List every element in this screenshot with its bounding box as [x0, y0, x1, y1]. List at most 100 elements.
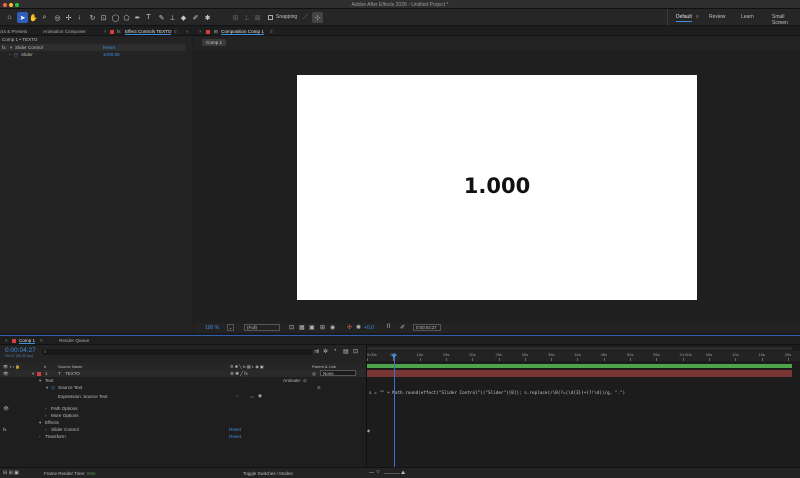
pan-behind-icon[interactable]: ⊡	[98, 12, 109, 23]
home-icon[interactable]: ⌂	[4, 12, 15, 23]
shape-tool-icon[interactable]: ⬠	[121, 12, 132, 23]
show-snapshot-icon[interactable]: ✐	[400, 324, 405, 331]
toggle-switches-modes[interactable]: Toggle Switches / Modes	[243, 471, 293, 476]
property-row-slider-control[interactable]: fx › Slider Control Reset	[0, 426, 366, 433]
hand-tool-icon[interactable]: ✋	[28, 12, 39, 23]
pan-camera-icon[interactable]: ✢	[63, 12, 74, 23]
snap-options-icon[interactable]: ⟋	[300, 12, 311, 23]
slider-value[interactable]: 1000,00	[103, 52, 120, 57]
chevron-right-icon[interactable]: ›	[9, 52, 11, 57]
keyframe-marker-icon[interactable]: ◆	[367, 428, 370, 433]
fx-toggle-icon[interactable]: fx	[2, 45, 6, 50]
local-axis-icon[interactable]: ⊞	[230, 12, 241, 23]
layer-name[interactable]: TEXTO	[65, 371, 80, 376]
reset-link[interactable]: Reset	[229, 434, 241, 439]
orbit-camera-icon[interactable]: ◎	[52, 12, 63, 23]
rotate-tool-icon[interactable]: ↻	[87, 12, 98, 23]
property-row-text[interactable]: ▾ Text Animate: ⊙	[0, 377, 366, 384]
mask-visibility-icon[interactable]: ▣	[309, 324, 315, 331]
guides-icon[interactable]: ⊞	[320, 324, 325, 331]
world-axis-icon[interactable]: ⊥	[241, 12, 252, 23]
graph-editor-icon[interactable]: ⊡	[353, 348, 358, 355]
shy-layers-icon[interactable]: ◔	[333, 348, 337, 354]
time-ruler[interactable]: 0:00s 05s 10s 15s 20s 25s 30s 35s 40s 45s 50s 55s 01…	[367, 351, 800, 361]
layer-duration-bar[interactable]	[367, 370, 792, 377]
current-time-field[interactable]: 0:00:04:27	[413, 324, 441, 331]
zoom-tool-icon[interactable]: ⌕	[39, 12, 50, 23]
tab-render-queue[interactable]: Render Queue	[59, 338, 89, 343]
clone-stamp-icon[interactable]: ⊥	[167, 12, 178, 23]
zoom-slider-icon[interactable]: ○	[376, 469, 380, 475]
effect-reset-link[interactable]: Reset	[103, 45, 115, 50]
chevron-right-icon[interactable]: ›	[45, 406, 47, 411]
chevron-right-icon[interactable]: ›	[45, 413, 47, 418]
property-row-transform[interactable]: › Transform Reset	[0, 433, 366, 440]
property-row-path-options[interactable]: 👁 › Path Options	[0, 405, 366, 412]
panel-menu-icon[interactable]: ≡	[40, 338, 43, 343]
workspace-small-screen[interactable]: Small Screen	[772, 14, 800, 26]
chevron-down-icon[interactable]: ▾	[46, 385, 48, 391]
type-tool-icon[interactable]: T	[143, 12, 154, 23]
zoom-dropdown-icon[interactable]: ⌄	[227, 324, 234, 331]
parent-dropdown[interactable]: None	[320, 370, 356, 376]
selection-tool-icon[interactable]: ➤	[17, 12, 28, 23]
property-row-effects[interactable]: ▾ Effects	[0, 419, 366, 426]
footer-toggle-icons[interactable]: ⊟ ⊞ ▣	[3, 470, 19, 476]
expression-editor[interactable]: s = "" + Math.round(effect("Slider Contr…	[369, 391, 625, 396]
current-timecode[interactable]: 0:00:04:27	[5, 347, 36, 354]
close-tab-icon[interactable]: ×	[104, 29, 107, 34]
zoom-in-icon[interactable]: ⛰	[401, 470, 405, 476]
label-color-swatch[interactable]	[37, 371, 41, 376]
stopwatch-icon[interactable]: ◷	[14, 52, 18, 58]
region-of-interest-icon[interactable]: ⊡	[289, 324, 294, 331]
snapshot-icon[interactable]: ⌷	[387, 324, 391, 331]
tab-animation-composer[interactable]: Animation Composer	[43, 29, 86, 34]
exposure-value[interactable]: +0,0	[364, 325, 374, 331]
layer-search-input[interactable]: ⌕	[42, 349, 312, 355]
channel-icon[interactable]: ◉	[330, 324, 335, 331]
expression-graph-icon[interactable]: ◡	[250, 393, 254, 399]
workspace-review[interactable]: Review	[709, 14, 725, 20]
magnification-value[interactable]: 100 %	[205, 325, 219, 331]
work-area-green-bar[interactable]	[367, 364, 792, 368]
exposure-icon[interactable]: ✺	[356, 324, 361, 331]
stopwatch-icon[interactable]: ◷	[51, 385, 55, 391]
panel-menu-icon[interactable]: ≡	[174, 29, 177, 34]
workspace-learn[interactable]: Learn	[741, 14, 754, 20]
view-axis-icon[interactable]: ⊠	[252, 12, 263, 23]
mask-tool-icon[interactable]: ◯	[110, 12, 121, 23]
snap-grid-icon[interactable]: ⊹	[312, 12, 323, 23]
panel-menu-icon[interactable]: ≡	[270, 29, 273, 34]
work-area-bar[interactable]	[367, 347, 792, 350]
dolly-camera-icon[interactable]: ↓	[74, 12, 85, 23]
tab-effects-presets[interactable]: cts & Presets	[0, 29, 27, 34]
frame-blending-icon[interactable]: ▤	[343, 348, 349, 355]
zoom-out-icon[interactable]: ―	[369, 470, 374, 476]
puppet-pin-icon[interactable]: ✱	[202, 12, 213, 23]
fx-toggle-icon[interactable]: fx	[3, 427, 7, 432]
expression-enable-icon[interactable]: =	[236, 393, 238, 398]
playhead-icon[interactable]: ▼	[390, 353, 398, 361]
property-row-more-options[interactable]: › More Options	[0, 412, 366, 419]
tab-composition[interactable]: Composition Comp 1	[221, 29, 264, 35]
roto-brush-icon[interactable]: ✐	[190, 12, 201, 23]
tab-effect-controls[interactable]: Effect Controls TEXTO	[125, 29, 172, 35]
zoom-slider-track[interactable]	[384, 473, 400, 474]
brush-tool-icon[interactable]: ✎	[156, 12, 167, 23]
chevron-right-icon[interactable]: ›	[45, 427, 47, 432]
timeline-graph-area[interactable]: 0:00s 05s 10s 15s 20s 25s 30s 35s 40s 45s 50s 55s 01…	[367, 345, 800, 467]
pen-tool-icon[interactable]: ✒	[132, 12, 143, 23]
parent-link-header[interactable]: Parent & Link	[312, 364, 336, 369]
eraser-tool-icon[interactable]: ◆	[178, 12, 189, 23]
layer-row-texto[interactable]: 👁 ▾ 1 T TEXTO ⚙ ✱ ╱ fx ◎ None	[0, 370, 366, 377]
chevron-right-icon[interactable]: ›	[39, 434, 41, 439]
tab-comp-1[interactable]: Comp 1	[19, 338, 36, 344]
workspace-menu-icon[interactable]: ≡	[696, 14, 699, 20]
color-management-icon[interactable]: ✣	[347, 324, 352, 331]
transparency-grid-icon[interactable]: ▦	[299, 324, 305, 331]
property-row-source-text[interactable]: ▾ ◷ Source Text ⊕	[0, 384, 366, 391]
property-row-expression[interactable]: Expression: Source Text = ◡ ◉	[0, 392, 366, 401]
composition-mini-flowchart-icon[interactable]: ⇉	[314, 348, 319, 355]
close-tab-icon[interactable]: ×	[199, 29, 202, 34]
composition-canvas[interactable]: 1.000	[297, 75, 697, 300]
